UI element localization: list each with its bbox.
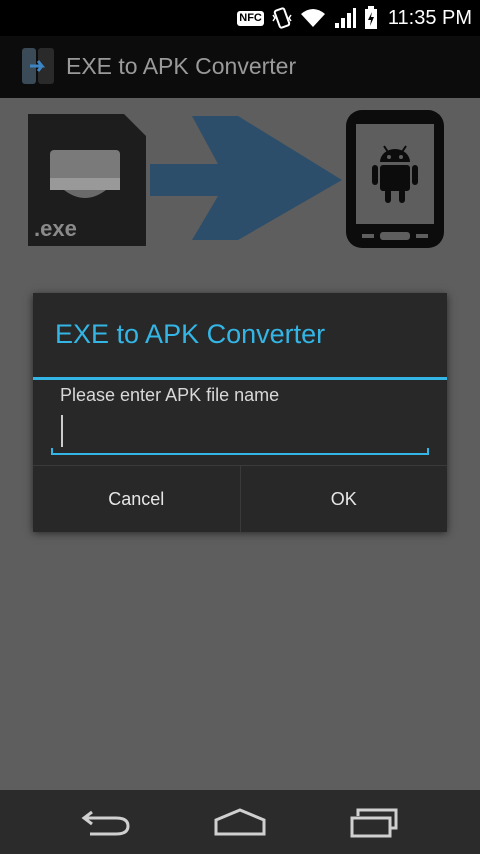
recents-icon[interactable]	[344, 804, 404, 840]
dialog-title: EXE to APK Converter	[55, 319, 326, 349]
app-logo-icon	[22, 48, 54, 84]
status-icons: NFC 11:35 PM	[237, 4, 472, 32]
app-title: EXE to APK Converter	[66, 53, 297, 79]
vibrate-icon	[272, 7, 292, 29]
status-bar: NFC 11:35 PM	[0, 0, 480, 36]
cancel-button[interactable]: Cancel	[33, 466, 241, 532]
clock: 11:35 PM	[387, 6, 472, 29]
dialog-title-divider	[33, 377, 447, 380]
conversion-banner: .exe	[28, 110, 444, 248]
input-underline-left-tick	[51, 448, 53, 455]
apk-file-name-input[interactable]	[51, 411, 429, 455]
action-bar: EXE to APK Converter	[0, 36, 480, 98]
navigation-bar	[0, 790, 480, 854]
nfc-icon: NFC	[237, 10, 264, 26]
apk-name-dialog: EXE to APK Converter Please enter APK fi…	[33, 293, 447, 532]
dialog-message: Please enter APK file name	[60, 385, 280, 405]
arrow-right-icon	[150, 116, 342, 240]
exe-file-label: .exe	[34, 216, 77, 241]
text-cursor	[61, 415, 63, 447]
phone-android-icon	[346, 110, 444, 248]
wifi-icon	[300, 9, 325, 27]
back-icon[interactable]	[76, 804, 136, 840]
home-icon[interactable]	[210, 804, 270, 840]
exe-file-icon: .exe	[28, 114, 146, 246]
input-underline	[51, 453, 429, 455]
input-underline-right-tick	[427, 448, 429, 455]
battery-icon	[364, 6, 377, 29]
signal-icon	[334, 8, 356, 28]
dialog-button-bar: Cancel OK	[33, 465, 447, 532]
ok-button[interactable]: OK	[240, 466, 447, 532]
